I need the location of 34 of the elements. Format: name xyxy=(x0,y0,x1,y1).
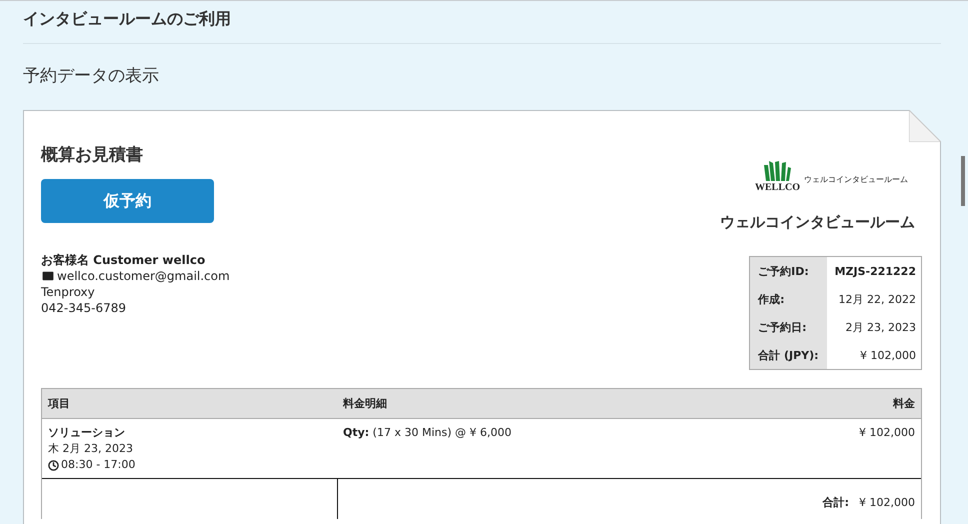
item-name: ソリューション xyxy=(48,425,125,441)
column-header: 項目 xyxy=(46,396,71,411)
column-header: 料金 xyxy=(892,396,916,411)
customer-phone: 042-345-6789 xyxy=(41,300,128,316)
info-label: ご予約ID: xyxy=(750,256,827,285)
company-name: ウェルコインタビュールーム xyxy=(720,213,915,232)
folded-corner-icon xyxy=(909,110,941,142)
logo-wordmark: WELLCO xyxy=(754,183,800,193)
info-value: MZJS-221222 xyxy=(826,256,922,285)
customer-email: wellco.customer@gmail.com xyxy=(57,268,230,284)
info-label: 合計 (JPY): xyxy=(750,341,827,370)
document-title: 概算お見積書 xyxy=(41,144,144,167)
provisional-booking-button[interactable]: 仮予約 xyxy=(41,179,214,223)
info-value: 12月 22, 2022 xyxy=(826,285,922,313)
info-value: 2月 23, 2023 xyxy=(826,313,922,341)
clock-icon xyxy=(48,460,59,470)
item-date: 木 2月 23, 2023 xyxy=(48,441,133,457)
customer-company: Tenproxy xyxy=(41,284,96,300)
item-amount: ¥ 102,000 xyxy=(859,425,915,441)
total-amount: ¥ 102,000 xyxy=(859,494,915,510)
section-title: 予約データの表示 xyxy=(23,65,160,88)
item-time: 08:30 - 17:00 xyxy=(61,457,136,473)
page-title: インタビュールームのご利用 xyxy=(23,8,232,30)
info-label: 作成: xyxy=(750,285,827,313)
price-detail: Qty: (17 x 30 Mins) @ ¥ 6,000 xyxy=(343,425,512,441)
info-label: ご予約日: xyxy=(750,313,827,341)
mail-icon xyxy=(41,269,55,283)
grass-logo-icon xyxy=(762,159,792,183)
column-header: 料金明細 xyxy=(342,396,388,411)
logo-tagline: ウェルコインタビュールーム xyxy=(804,174,908,185)
total-label: 合計: xyxy=(822,494,850,510)
info-value: ¥ 102,000 xyxy=(826,341,922,370)
customer-name: お客様名 Customer wellco xyxy=(41,252,206,268)
scrollbar-thumb[interactable] xyxy=(961,156,965,206)
